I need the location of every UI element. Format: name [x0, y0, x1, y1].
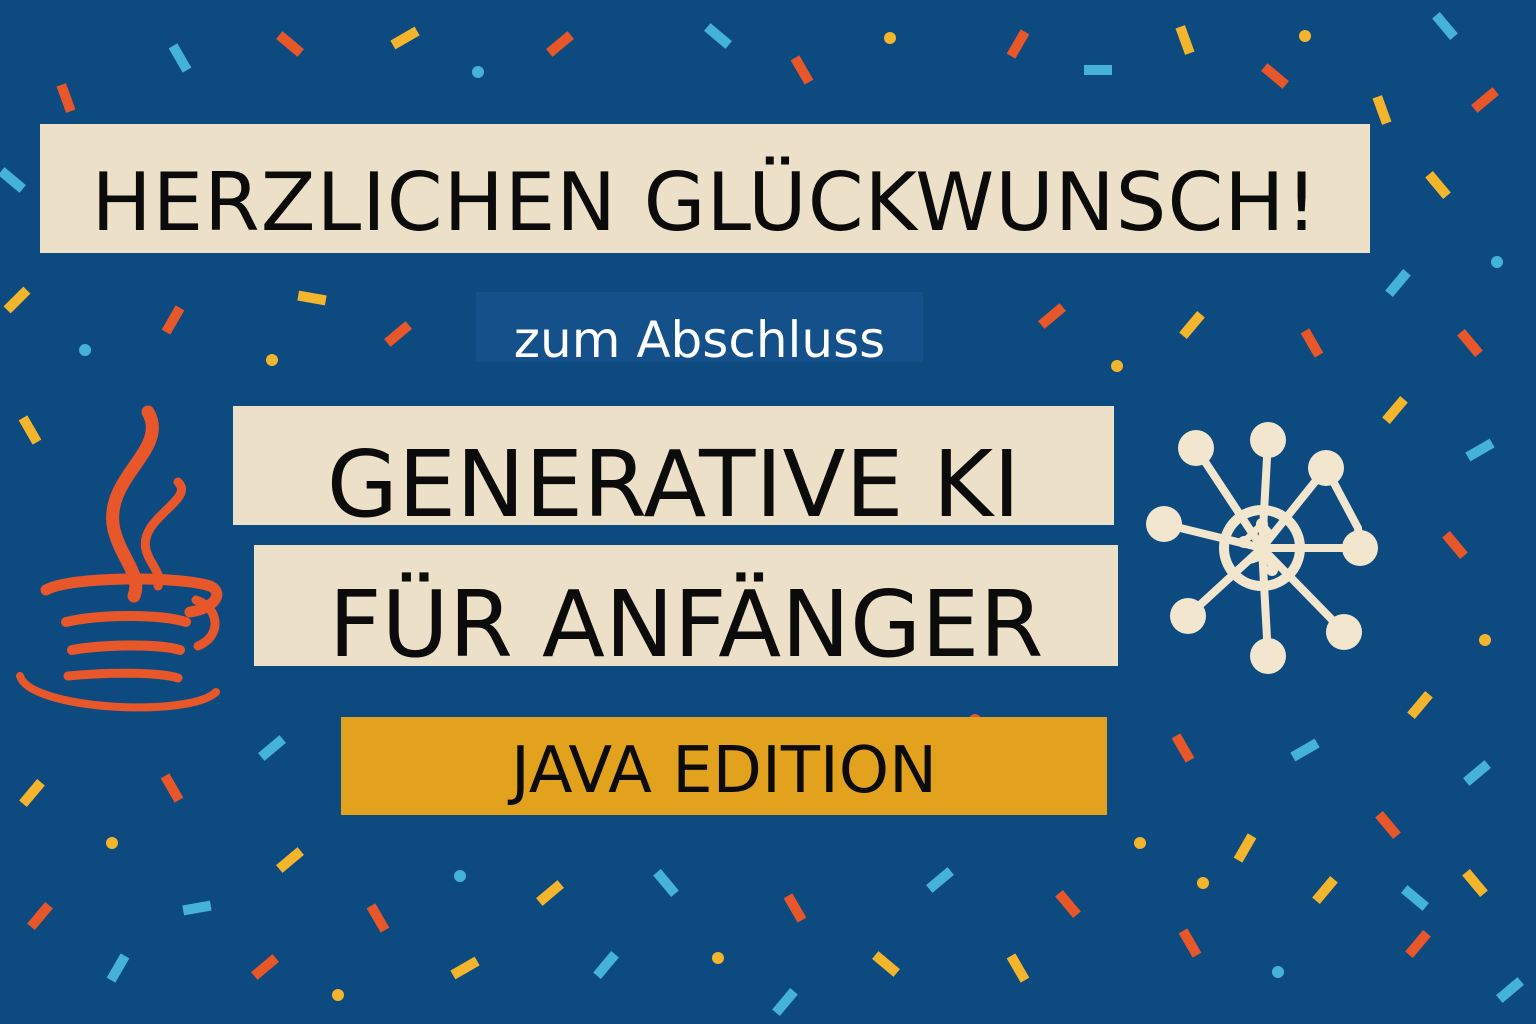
confetti-piece — [297, 290, 327, 306]
confetti-piece — [450, 956, 480, 980]
confetti-piece — [1496, 977, 1524, 1003]
confetti-piece — [3, 286, 31, 314]
confetti-piece — [783, 893, 807, 923]
confetti-piece — [926, 867, 954, 893]
confetti-piece — [1465, 438, 1495, 462]
confetti-piece — [546, 31, 574, 57]
confetti-piece — [1006, 29, 1030, 59]
headline-text: HERZLICHEN GLÜCKWUNSCH! — [91, 156, 1319, 249]
confetti-piece — [1463, 760, 1491, 786]
confetti-piece — [1405, 930, 1431, 958]
confetti-piece — [1432, 12, 1458, 40]
confetti-piece — [1178, 928, 1202, 958]
confetti-piece — [56, 83, 76, 113]
confetti-piece — [1084, 65, 1112, 75]
confetti-piece — [1442, 531, 1468, 559]
confetti-piece — [1491, 256, 1503, 268]
confetti-piece — [472, 66, 484, 78]
confetti-piece — [106, 837, 118, 849]
ai-neural-network-icon — [1146, 422, 1378, 674]
confetti-piece — [536, 880, 564, 906]
confetti-piece — [1175, 25, 1195, 55]
confetti-piece — [872, 951, 900, 977]
confetti-piece — [160, 773, 184, 803]
confetti-piece — [1401, 885, 1429, 911]
confetti-piece — [161, 305, 185, 335]
confetti-piece — [1055, 890, 1081, 918]
confetti-piece — [258, 735, 286, 761]
confetti-piece — [712, 952, 724, 964]
confetti-piece — [1479, 634, 1491, 646]
confetti-piece — [79, 344, 91, 356]
confetti-piece — [1111, 360, 1123, 372]
confetti-piece — [384, 321, 412, 347]
subheadline-banner: zum Abschluss — [476, 292, 923, 369]
confetti-piece — [1471, 87, 1499, 113]
confetti-piece — [276, 847, 304, 873]
confetti-piece — [276, 31, 304, 57]
confetti-piece — [1382, 396, 1408, 424]
confetti-piece — [1457, 329, 1483, 357]
course-title-banner-line2: FÜR ANFÄNGER — [254, 545, 1118, 678]
confetti-piece — [1299, 30, 1311, 42]
java-coffee-cup-icon — [16, 405, 223, 712]
confetti-piece — [790, 55, 814, 85]
confetti-piece — [390, 26, 420, 50]
confetti-piece — [1375, 811, 1401, 839]
confetti-piece — [332, 989, 344, 1001]
edition-text: JAVA EDITION — [510, 734, 938, 808]
confetti-piece — [1462, 869, 1488, 897]
confetti-piece — [1038, 303, 1066, 329]
course-title-line2: FÜR ANFÄNGER — [328, 571, 1044, 678]
confetti-piece — [182, 900, 212, 916]
confetti-piece — [1179, 311, 1205, 339]
confetti-piece — [1197, 877, 1209, 889]
confetti-piece — [653, 869, 679, 897]
confetti-piece — [593, 951, 619, 979]
confetti-piece — [704, 23, 732, 49]
confetti-piece — [884, 32, 896, 44]
confetti-piece — [1300, 328, 1324, 358]
confetti-piece — [1425, 171, 1451, 199]
edition-banner: JAVA EDITION — [341, 717, 1107, 815]
certificate-card: HERZLICHEN GLÜCKWUNSCH! zum Abschluss GE… — [0, 0, 1536, 1024]
course-title-banner-line1: GENERATIVE KI — [233, 406, 1114, 538]
confetti-piece — [1006, 953, 1030, 983]
confetti-piece — [1290, 738, 1320, 762]
headline-banner: HERZLICHEN GLÜCKWUNSCH! — [40, 124, 1370, 253]
confetti-piece — [0, 167, 26, 193]
confetti-piece — [1272, 966, 1284, 978]
subheadline-text: zum Abschluss — [513, 311, 886, 369]
confetti-piece — [1372, 95, 1392, 125]
confetti-piece — [1385, 269, 1411, 297]
confetti-piece — [106, 953, 130, 983]
confetti-piece — [168, 43, 192, 73]
course-title-line1: GENERATIVE KI — [326, 431, 1021, 538]
confetti-piece — [266, 354, 278, 366]
confetti-piece — [1261, 63, 1289, 89]
confetti-piece — [27, 902, 53, 930]
confetti-piece — [1312, 876, 1338, 904]
confetti-piece — [772, 988, 798, 1016]
confetti-piece — [1134, 837, 1146, 849]
confetti-piece — [366, 903, 390, 933]
confetti-piece — [454, 870, 466, 882]
confetti-piece — [251, 954, 279, 980]
confetti-piece — [1233, 833, 1257, 863]
confetti-piece — [1171, 733, 1195, 763]
confetti-piece — [1407, 691, 1433, 719]
confetti-piece — [19, 779, 45, 807]
